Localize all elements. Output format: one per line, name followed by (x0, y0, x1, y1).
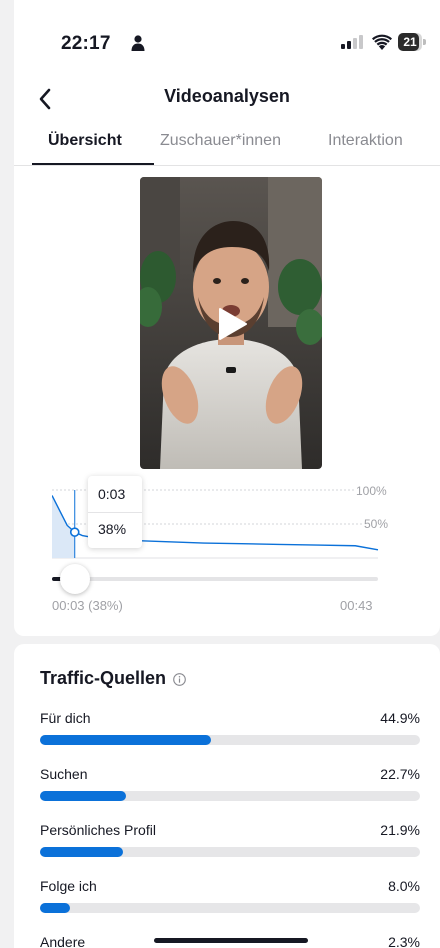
battery-icon: 21 (398, 33, 426, 51)
tooltip-percent: 38% (98, 521, 127, 537)
phone-screen: 22:17 21 Videoanalysen Übersicht Zuschau… (14, 0, 440, 948)
slider-track (52, 577, 378, 581)
back-button[interactable] (28, 82, 62, 116)
person-icon (131, 35, 145, 51)
source-label: Suchen (40, 766, 88, 782)
retention-area-highlight (52, 495, 75, 558)
source-label: Für dich (40, 710, 91, 726)
source-bar-track (40, 903, 420, 913)
source-label: Persönliches Profil (40, 822, 156, 838)
source-bar-fill (40, 791, 127, 801)
source-percent: 21.9% (380, 822, 420, 838)
analytics-tabs: Übersicht Zuschauer*innen Interaktion (14, 122, 440, 166)
y-axis-label-100: 100% (356, 484, 387, 498)
playback-slider[interactable] (52, 564, 378, 594)
battery-level: 21 (403, 35, 417, 49)
retention-tooltip: 0:03 38% (88, 476, 142, 548)
tab-overview[interactable]: Übersicht (48, 132, 122, 150)
source-bar-fill (40, 847, 124, 857)
tooltip-time: 0:03 (98, 486, 126, 502)
y-axis-label-50: 50% (364, 517, 389, 531)
video-duration-label: 00:43 (340, 598, 373, 613)
current-position-label: 00:03 (38%) (52, 598, 123, 613)
traffic-source-personal-profile: Persönliches Profil 21.9% (40, 822, 422, 864)
source-percent: 2.3% (388, 934, 420, 948)
source-percent: 8.0% (388, 878, 420, 894)
source-percent: 44.9% (380, 710, 420, 726)
chevron-left-icon (39, 88, 51, 110)
source-percent: 22.7% (380, 766, 420, 782)
tab-viewers[interactable]: Zuschauer*innen (160, 132, 281, 150)
tab-engagement[interactable]: Interaktion (328, 132, 403, 150)
source-bar-track (40, 791, 420, 801)
marker-point (69, 527, 80, 537)
traffic-source-for-you: Für dich 44.9% (40, 710, 422, 752)
source-bar-fill (40, 735, 211, 745)
home-indicator (154, 938, 308, 943)
source-label: Andere (40, 934, 86, 948)
slider-thumb[interactable] (59, 564, 90, 594)
video-thumbnail[interactable] (140, 177, 322, 469)
traffic-sources-card: Traffic-Quellen Für dich 44.9% Suchen 22… (14, 644, 440, 948)
cellular-signal-icon (341, 35, 363, 49)
info-icon[interactable] (173, 673, 186, 686)
page-title: Videoanalysen (164, 86, 290, 106)
video-retention-card: 100% 50% 0:03 38% 00:03 (38%) 00:43 (14, 166, 440, 636)
play-icon (219, 308, 247, 340)
top-nav-bar: Videoanalysen (14, 80, 440, 128)
status-bar: 22:17 21 (14, 0, 440, 80)
active-tab-indicator (32, 163, 154, 165)
status-time: 22:17 (61, 33, 111, 54)
source-bar-track (40, 847, 420, 857)
wifi-icon (372, 34, 392, 50)
source-bar-track (40, 735, 420, 745)
traffic-source-following: Folge ich 8.0% (40, 878, 422, 920)
source-bar-fill (40, 903, 71, 913)
traffic-source-search: Suchen 22.7% (40, 766, 422, 808)
traffic-sources-title: Traffic-Quellen (40, 668, 167, 688)
source-label: Folge ich (40, 878, 97, 894)
